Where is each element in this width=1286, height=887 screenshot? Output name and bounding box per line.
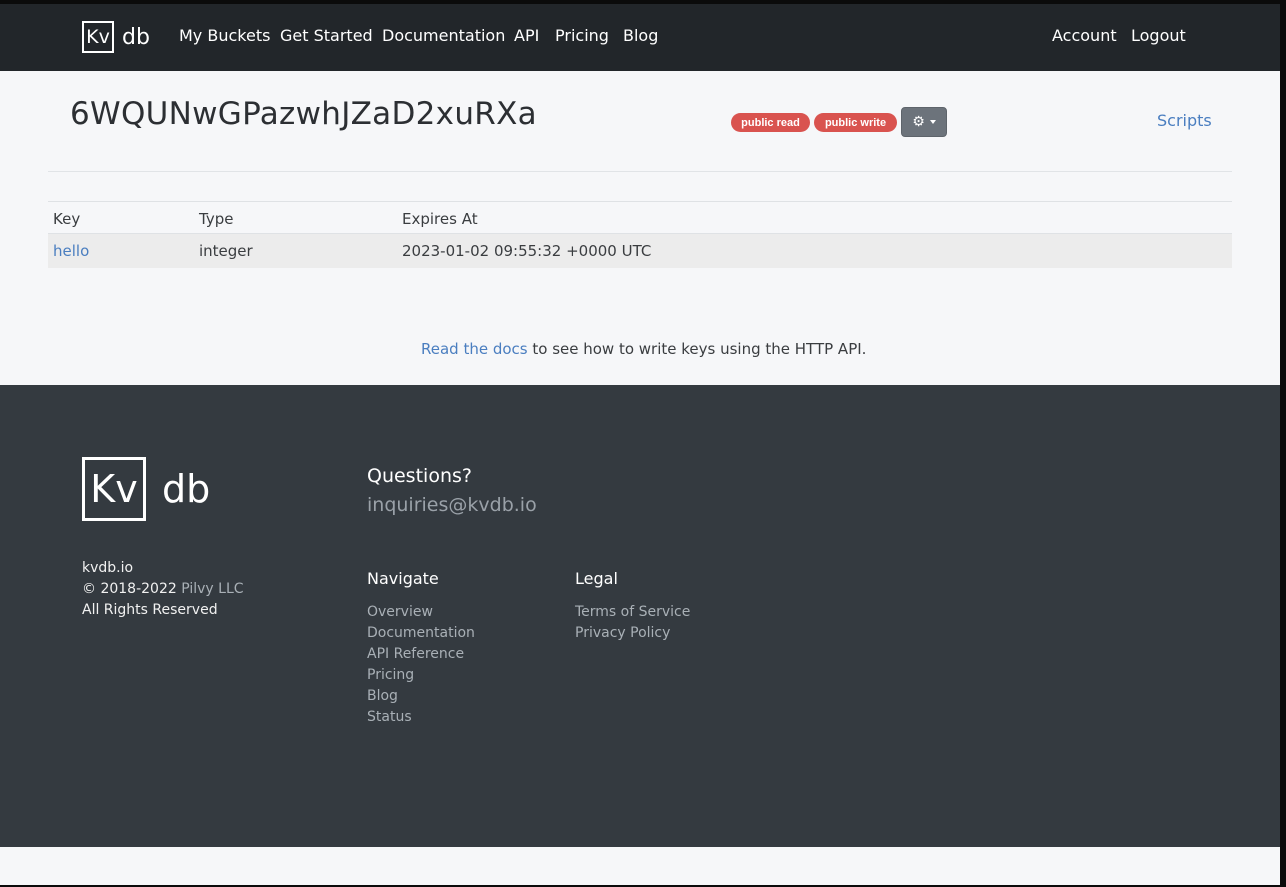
bucket-title: 6WQUNwGPazwhJZaD2xuRXa [70,96,537,132]
table-row: hello integer 2023-01-02 09:55:32 +0000 … [48,234,1232,268]
footer-company-link[interactable]: Pilvy LLC [181,581,243,597]
nav-blog[interactable]: Blog [623,26,658,45]
footer-copyright-text: © 2018-2022 [82,581,182,597]
kvdb-logo[interactable]: Kv db [82,21,150,53]
footer-link-documentation[interactable]: Documentation [367,625,475,641]
badge-public-write: public write [814,113,897,132]
column-header-expires-at: Expires At [402,210,478,228]
column-header-type: Type [199,210,234,228]
docs-hint-text: to see how to write keys using the HTTP … [527,340,867,358]
footer-site-name: kvdb.io [82,560,134,576]
gear-icon: ⚙ [912,114,925,130]
key-link[interactable]: hello [53,242,89,260]
scripts-link[interactable]: Scripts [1157,111,1212,130]
footer-logo-db-text: db [162,467,211,511]
top-navbar: Kv db My Buckets Get Started Documentati… [0,4,1280,71]
footer-link-overview[interactable]: Overview [367,604,433,620]
footer-link-status[interactable]: Status [367,709,412,725]
footer-link-pricing[interactable]: Pricing [367,667,414,683]
footer: Kv db kvdb.io © 2018-2022 Pilvy LLC All … [0,385,1280,847]
divider [48,171,1232,172]
footer-copyright: © 2018-2022 Pilvy LLC [82,581,244,597]
footer-link-api-reference[interactable]: API Reference [367,646,464,662]
footer-questions-heading: Questions? [367,465,472,487]
nav-documentation[interactable]: Documentation [382,26,505,45]
key-type: integer [199,242,253,260]
footer-navigate-heading: Navigate [367,569,439,588]
footer-rights: All Rights Reserved [82,602,218,618]
docs-hint: Read the docs to see how to write keys u… [421,340,866,358]
footer-email-link[interactable]: inquiries@kvdb.io [367,494,537,516]
nav-my-buckets[interactable]: My Buckets [179,26,270,45]
nav-get-started[interactable]: Get Started [280,26,373,45]
column-header-key: Key [53,210,81,228]
logo-kv-mark: Kv [82,21,114,53]
footer-legal-heading: Legal [575,569,618,588]
logo-db-text: db [122,24,150,50]
read-the-docs-link[interactable]: Read the docs [421,340,528,358]
caret-down-icon [929,120,936,124]
footer-link-blog[interactable]: Blog [367,688,398,704]
browser-viewport: Kv db My Buckets Get Started Documentati… [0,4,1280,885]
footer-logo-kv-mark: Kv [82,457,146,521]
footer-kvdb-logo: Kv db [82,457,210,521]
footer-link-privacy-policy[interactable]: Privacy Policy [575,625,670,641]
nav-logout[interactable]: Logout [1131,26,1186,45]
nav-account[interactable]: Account [1052,26,1117,45]
bucket-settings-dropdown-button[interactable]: ⚙ [901,107,947,137]
nav-api[interactable]: API [514,26,539,45]
nav-pricing[interactable]: Pricing [555,26,609,45]
keys-table: Key Type Expires At hello integer 2023-0… [48,201,1232,268]
key-expires-at: 2023-01-02 09:55:32 +0000 UTC [402,242,652,260]
badge-public-read: public read [731,113,810,132]
table-header-row: Key Type Expires At [48,201,1232,234]
footer-link-terms-of-service[interactable]: Terms of Service [575,604,690,620]
